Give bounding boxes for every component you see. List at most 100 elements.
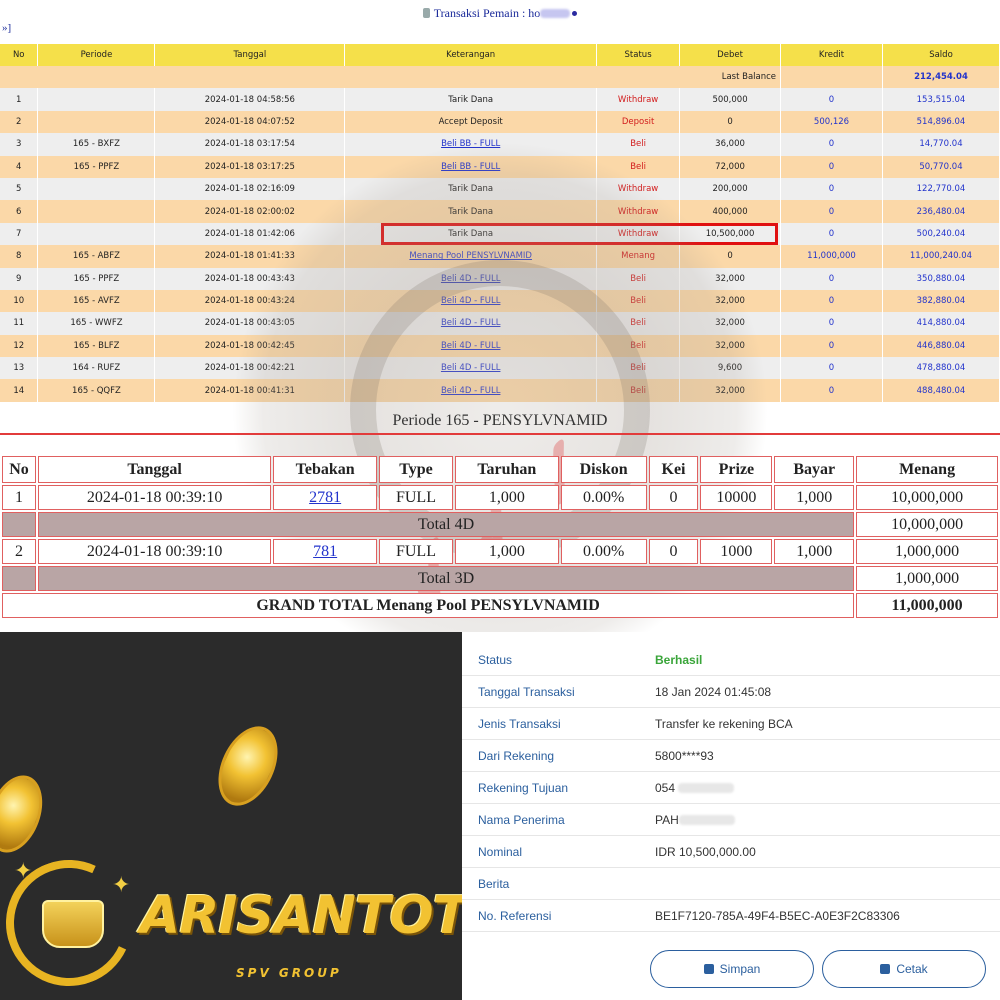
cell-saldo: 122,770.04	[882, 177, 1000, 201]
cell-saldo: 414,880.04	[882, 312, 1000, 335]
cell-periode: 164 - RUFZ	[37, 357, 156, 380]
cell-saldo: 153,515.04	[882, 88, 1000, 111]
table-row: 7 2024-01-18 01:42:06 Tarik Dana Withdraw 10…	[0, 222, 1000, 246]
cell-keterangan[interactable]: Beli 4D - FULL	[344, 312, 598, 335]
gold-chip-icon	[206, 716, 290, 816]
cell-kredit: 0	[780, 177, 883, 201]
cell-keterangan[interactable]: Beli 4D - FULL	[344, 289, 598, 313]
cell-status: Withdraw	[596, 177, 681, 201]
print-button[interactable]: Cetak	[822, 950, 986, 988]
transaction-title: Transaksi Pemain : ho	[433, 6, 541, 20]
prize-menang: 10,000,000	[856, 485, 998, 510]
cell-no: 9	[0, 267, 39, 290]
receipt-date-row: Tanggal Transaksi 18 Jan 2024 01:45:08	[462, 676, 1000, 708]
save-button[interactable]: Simpan	[650, 950, 814, 988]
cell-status: Beli	[596, 267, 681, 290]
cell-periode	[37, 88, 156, 111]
prize-no: 2	[2, 539, 36, 564]
logo-cup-icon	[42, 900, 104, 948]
last-balance-spacer	[780, 66, 883, 89]
receipt-type-value: Transfer ke rekening BCA	[655, 717, 793, 731]
cell-keterangan[interactable]: Beli BB - FULL	[344, 155, 598, 178]
cell-saldo: 236,480.04	[882, 200, 1000, 223]
download-icon	[703, 964, 714, 974]
cell-keterangan: Tarik Dana	[344, 88, 598, 111]
cell-debet: 10,500,000	[679, 222, 782, 246]
table-row: 13 164 - RUFZ 2024-01-18 00:42:21 Beli 4D -…	[0, 357, 1000, 380]
total-4d-row: Total 4D 10,000,000	[2, 512, 998, 537]
receipt-status-row: Status Berhasil	[462, 644, 1000, 676]
prize-tebakan[interactable]: 781	[313, 543, 337, 560]
cell-no: 8	[0, 245, 39, 268]
receipt-name-wrap: PAH	[655, 813, 735, 827]
col-tanggal: Tanggal	[154, 44, 346, 66]
table-row: 14 165 - QQFZ 2024-01-18 00:41:31 Beli 4D -…	[0, 379, 1000, 402]
cell-keterangan[interactable]: Beli 4D - FULL	[344, 379, 598, 402]
cell-debet: 32,000	[679, 289, 782, 313]
cell-keterangan[interactable]: Beli 4D - FULL	[344, 357, 598, 380]
prize-col-taruhan: Taruhan	[454, 456, 559, 483]
prize-kei: 0	[648, 539, 699, 564]
prize-bayar: 1,000	[774, 539, 855, 564]
prize-diskon: 0.00%	[560, 539, 647, 564]
cell-periode: 165 - WWFZ	[37, 312, 156, 335]
prize-row: 1 2024-01-18 00:39:10 2781 FULL 1,000 0.…	[2, 485, 998, 510]
cell-keterangan[interactable]: Menang Pool PENSYLVNAMID	[344, 245, 598, 268]
cell-no: 2	[0, 110, 39, 134]
grand-total-row: GRAND TOTAL Menang Pool PENSYLVNAMID 11,…	[2, 593, 998, 618]
cell-kredit: 0	[780, 133, 883, 156]
cell-kredit: 500,126	[780, 110, 883, 134]
brand-logo-text: ARISANTOTO	[140, 886, 462, 946]
col-saldo: Saldo	[882, 44, 1000, 66]
prize-bayar: 1,000	[774, 485, 855, 510]
cell-status: Withdraw	[596, 200, 681, 223]
nav-chevron-link[interactable]: »]	[2, 22, 11, 34]
receipt-amount-row: Nominal IDR 10,500,000.00	[462, 836, 1000, 868]
cell-debet: 32,000	[679, 267, 782, 290]
cell-status: Beli	[596, 379, 681, 402]
table-row: 12 165 - BLFZ 2024-01-18 00:42:45 Beli 4D -…	[0, 334, 1000, 358]
prize-tebakan[interactable]: 2781	[309, 489, 341, 506]
cell-keterangan: Tarik Dana	[344, 222, 598, 246]
table-row: 8 165 - ABFZ 2024-01-18 01:41:33 Menang Poo…	[0, 245, 1000, 268]
prize-menang: 1,000,000	[856, 539, 998, 564]
prize-header-row: No Tanggal Tebakan Type Taruhan Diskon K…	[2, 456, 998, 483]
table-row: 2 2024-01-18 04:07:52 Accept Deposit Deposi…	[0, 110, 1000, 134]
cell-tanggal: 2024-01-18 02:00:02	[154, 200, 346, 223]
receipt-ref-value: BE1F7120-785A-49F4-B5EC-A0E3F2C83306	[655, 909, 900, 923]
prize-tebakan-link[interactable]: 781	[273, 539, 378, 564]
prize-type: FULL	[379, 539, 453, 564]
cell-debet: 32,000	[679, 334, 782, 358]
cell-kredit: 0	[780, 289, 883, 313]
receipt-to-wrap: 054	[655, 781, 735, 795]
receipt-date-value: 18 Jan 2024 01:45:08	[655, 685, 772, 699]
prize-prize: 1000	[700, 539, 773, 564]
cell-saldo: 350,880.04	[882, 267, 1000, 290]
cell-periode: 165 - AVFZ	[37, 289, 156, 313]
star-icon: ✦	[112, 872, 131, 897]
grand-total-value: 11,000,000	[856, 593, 998, 618]
prize-col-type: Type	[379, 456, 453, 483]
last-balance-row: Last Balance 212,454.04	[0, 66, 1000, 89]
cell-keterangan[interactable]: Beli BB - FULL	[344, 133, 598, 156]
gold-chip-icon	[0, 767, 53, 861]
cell-status: Beli	[596, 312, 681, 335]
cell-no: 10	[0, 289, 39, 313]
cell-keterangan[interactable]: Beli 4D - FULL	[344, 334, 598, 358]
receipt-name-label: Nama Penerima	[478, 813, 565, 827]
cell-tanggal: 2024-01-18 03:17:54	[154, 133, 346, 156]
prize-col-bayar: Bayar	[774, 456, 855, 483]
receipt-to-row: Rekening Tujuan 054	[462, 772, 1000, 804]
masked-name	[678, 815, 735, 825]
periode-divider	[0, 433, 1000, 435]
prize-tebakan-link[interactable]: 2781	[273, 485, 378, 510]
periode-title: Periode 165 - PENSYLVNAMID	[392, 412, 608, 429]
cell-debet: 500,000	[679, 88, 782, 111]
cell-keterangan[interactable]: Beli 4D - FULL	[344, 267, 598, 290]
cell-no: 5	[0, 177, 39, 201]
receipt-amount-label: Nominal	[478, 845, 523, 859]
col-kredit: Kredit	[780, 44, 883, 66]
total-3d-value: 1,000,000	[856, 566, 998, 591]
cell-kredit: 0	[780, 200, 883, 223]
cell-periode	[37, 222, 156, 246]
